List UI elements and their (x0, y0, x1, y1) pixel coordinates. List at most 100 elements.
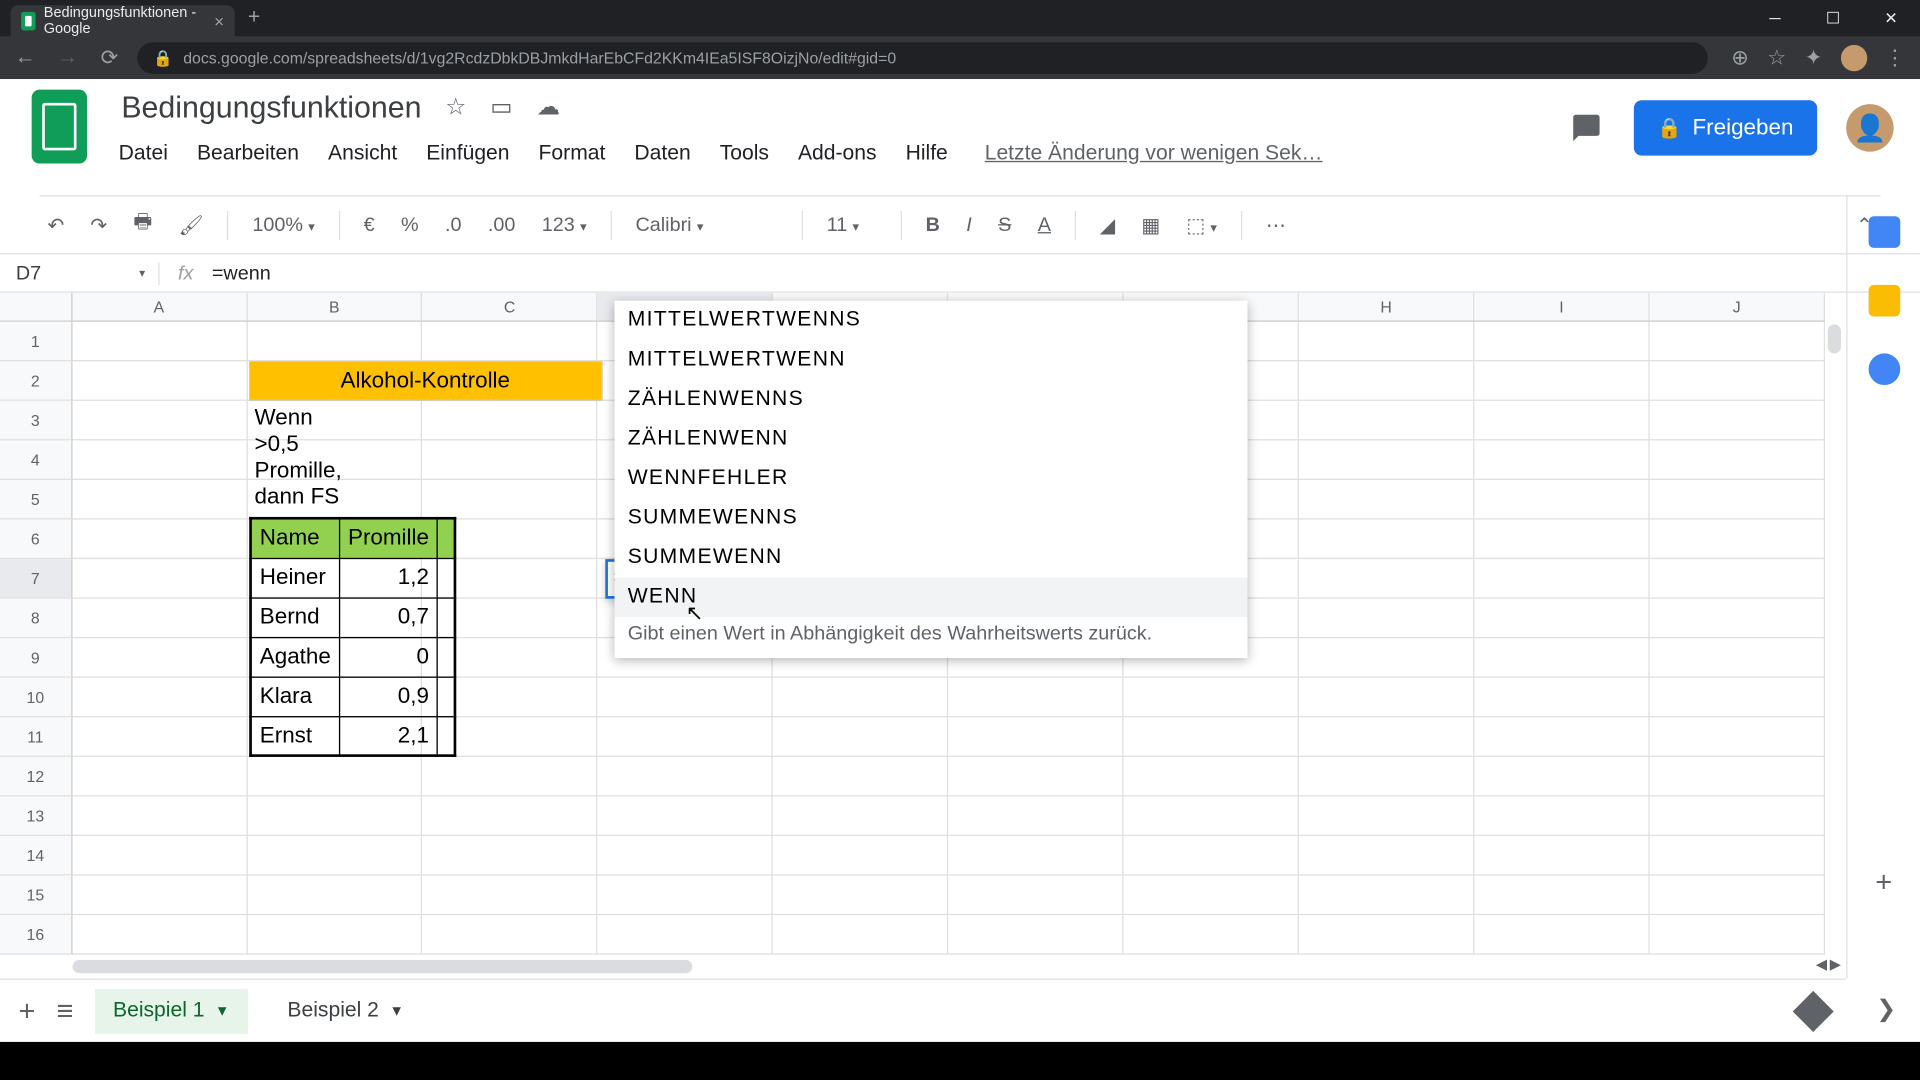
row-header[interactable]: 13 (0, 796, 72, 836)
grid-cell[interactable] (72, 678, 247, 718)
grid-cell[interactable] (1124, 836, 1299, 876)
cell-val[interactable]: 0,7 (339, 597, 437, 637)
grid-cell[interactable] (598, 678, 773, 718)
menu-einfuegen[interactable]: Einfügen (426, 142, 509, 166)
autocomplete-item[interactable]: SUMMEWENN (615, 538, 1248, 578)
grid-cell[interactable] (1650, 678, 1825, 718)
menu-ansicht[interactable]: Ansicht (328, 142, 397, 166)
grid-cell[interactable] (72, 638, 247, 678)
cell-val[interactable]: 2,1 (339, 716, 437, 756)
grid-cell[interactable] (1299, 322, 1474, 362)
grid-cell[interactable] (598, 757, 773, 797)
grid-cell[interactable] (1474, 520, 1649, 560)
add-addon-icon[interactable]: + (1875, 865, 1892, 899)
text-color-button[interactable]: A (1030, 214, 1059, 236)
grid-cell[interactable] (1650, 520, 1825, 560)
grid-cell[interactable] (1299, 796, 1474, 836)
grid-cell[interactable] (1299, 480, 1474, 520)
grid-cell[interactable] (423, 796, 598, 836)
grid-cell[interactable] (1474, 757, 1649, 797)
grid-cell[interactable] (247, 915, 422, 955)
cell-name[interactable]: Ernst (251, 716, 340, 756)
row-header[interactable]: 5 (0, 480, 72, 520)
cell-name[interactable]: Klara (251, 676, 340, 716)
row-header[interactable]: 14 (0, 836, 72, 876)
chevron-down-icon[interactable]: ▼ (215, 1003, 229, 1019)
header-result[interactable] (438, 518, 456, 558)
grid-cell[interactable] (1650, 480, 1825, 520)
grid-cell[interactable] (72, 915, 247, 955)
grid-cell[interactable] (1124, 678, 1299, 718)
grid-cell[interactable] (423, 915, 598, 955)
row-header[interactable]: 16 (0, 915, 72, 955)
grid-cell[interactable] (72, 836, 247, 876)
grid-cell[interactable] (72, 520, 247, 560)
grid-cell[interactable] (72, 757, 247, 797)
grid-cell[interactable] (1650, 915, 1825, 955)
formula-input[interactable]: =wenn (212, 262, 271, 284)
sheet-tab-active[interactable]: Beispiel 1▼ (95, 988, 248, 1033)
grid-cell[interactable] (72, 361, 247, 401)
name-box[interactable]: D7 (0, 262, 158, 284)
cell-res[interactable] (438, 676, 456, 716)
grid-cell[interactable] (1124, 757, 1299, 797)
extensions-icon[interactable]: ✦ (1805, 45, 1823, 71)
grid-cell[interactable] (247, 876, 422, 916)
row-header[interactable]: 6 (0, 520, 72, 560)
grid-cell[interactable] (1299, 361, 1474, 401)
grid-cell[interactable] (1474, 322, 1649, 362)
url-field[interactable]: 🔒 docs.google.com/spreadsheets/d/1vg2Rcd… (137, 42, 1707, 74)
last-edit-status[interactable]: Letzte Änderung vor wenigen Sek… (985, 142, 1323, 166)
row-header[interactable]: 9 (0, 638, 72, 678)
grid-cell[interactable] (1299, 440, 1474, 480)
menu-tools[interactable]: Tools (720, 142, 769, 166)
calendar-icon[interactable] (1868, 216, 1900, 248)
row-header[interactable]: 12 (0, 757, 72, 797)
autocomplete-item[interactable]: WENNFEHLER (615, 459, 1248, 499)
number-format-button[interactable]: 123 (534, 214, 595, 236)
grid-cell[interactable] (1650, 717, 1825, 757)
grid-cell[interactable] (1474, 559, 1649, 599)
grid-cell[interactable] (598, 717, 773, 757)
minimize-button[interactable]: ─ (1746, 0, 1804, 37)
zoom-select[interactable]: 100% (244, 214, 322, 236)
col-header[interactable]: A (72, 293, 247, 321)
add-sheet-button[interactable]: + (18, 994, 35, 1028)
grid-cell[interactable] (1474, 480, 1649, 520)
vertical-scrollbar[interactable] (1825, 324, 1843, 377)
menu-bearbeiten[interactable]: Bearbeiten (197, 142, 299, 166)
explore-button[interactable] (1793, 990, 1834, 1031)
grid-cell[interactable] (773, 717, 948, 757)
browser-tab[interactable]: Bedingungsfunktionen - Google × (11, 5, 235, 37)
fontsize-select[interactable]: 11 (819, 214, 885, 236)
cell-res[interactable] (438, 716, 456, 756)
italic-button[interactable]: I (958, 214, 979, 236)
grid-cell[interactable] (72, 796, 247, 836)
print-button[interactable]: 🖶 (125, 208, 160, 241)
expand-sidepanel-icon[interactable]: ❯ (1876, 996, 1896, 1024)
forward-button[interactable]: → (53, 46, 82, 70)
grid-cell[interactable] (72, 599, 247, 639)
grid-cell[interactable] (1474, 678, 1649, 718)
font-select[interactable]: Calibri (628, 214, 786, 236)
autocomplete-item[interactable]: ZÄHLENWENN (615, 419, 1248, 459)
grid-cell[interactable] (423, 876, 598, 916)
paint-format-button[interactable]: 🖌 (171, 213, 212, 237)
cell-name[interactable]: Bernd (251, 597, 340, 637)
grid-cell[interactable] (1474, 361, 1649, 401)
grid-cell[interactable] (423, 836, 598, 876)
grid-cell[interactable] (1650, 401, 1825, 441)
grid-cell[interactable] (948, 678, 1123, 718)
keep-icon[interactable] (1868, 285, 1900, 317)
bookmark-icon[interactable]: ☆ (1767, 45, 1786, 71)
grid-cell[interactable] (773, 876, 948, 916)
all-sheets-button[interactable]: ≡ (57, 994, 74, 1028)
grid-cell[interactable] (1650, 440, 1825, 480)
menu-icon[interactable]: ⋮ (1880, 45, 1909, 71)
grid-cell[interactable] (1299, 757, 1474, 797)
grid-cell[interactable] (247, 757, 422, 797)
grid-cell[interactable] (1650, 322, 1825, 362)
grid-cell[interactable] (948, 836, 1123, 876)
grid-cell[interactable] (1124, 717, 1299, 757)
row-header[interactable]: 10 (0, 678, 72, 718)
